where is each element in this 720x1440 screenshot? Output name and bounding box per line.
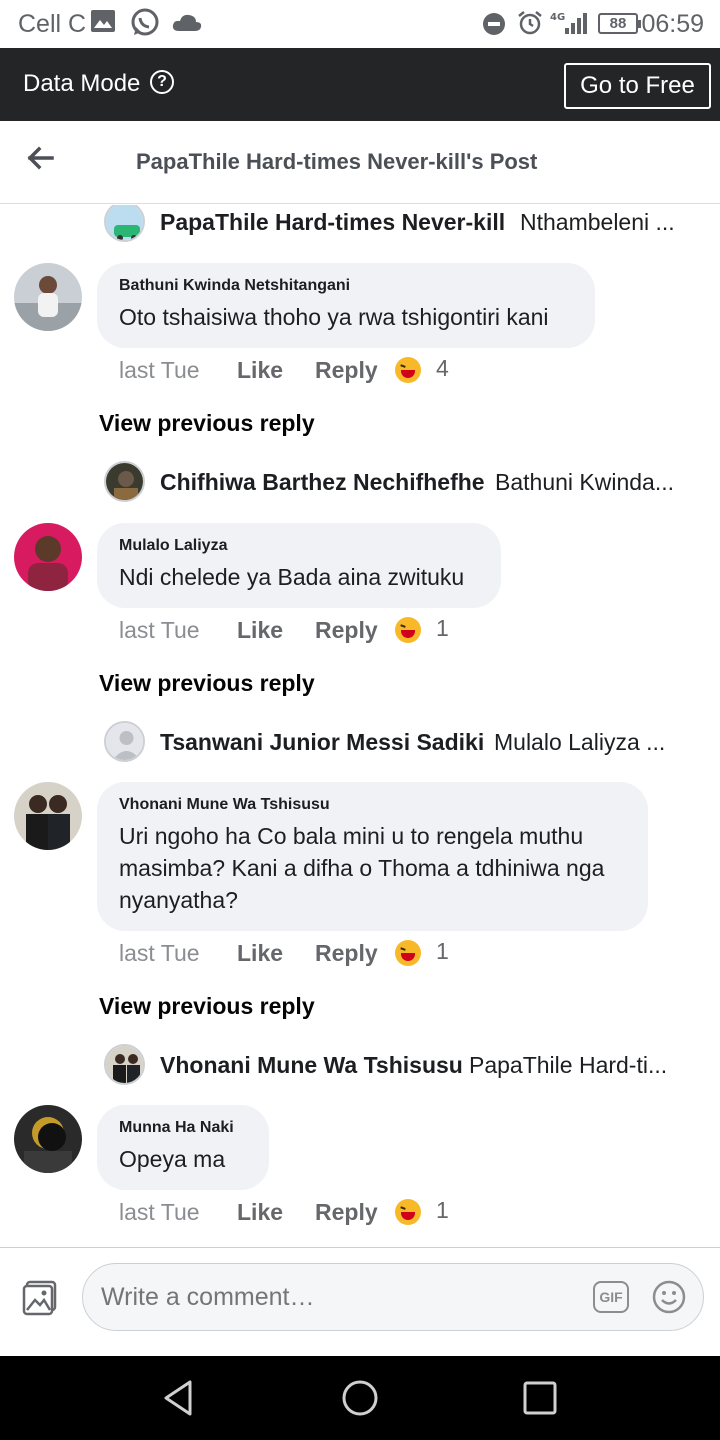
- post-header: PapaThile Hard-times Never-kill's Post: [0, 121, 720, 204]
- photo-icon[interactable]: [22, 1280, 58, 1316]
- alarm-icon: [518, 11, 542, 35]
- haha-icon[interactable]: [395, 357, 421, 383]
- comment-bubble: Bathuni Kwinda Netshitangani Oto tshaisi…: [97, 263, 595, 348]
- comment-author[interactable]: Vhonani Mune Wa Tshisusu: [119, 796, 626, 814]
- view-previous-reply-link[interactable]: View previous reply: [99, 670, 315, 697]
- signal-4g-icon: 4G: [550, 12, 587, 34]
- gif-icon[interactable]: GIF: [593, 1281, 629, 1313]
- battery-indicator: 88: [598, 13, 641, 34]
- status-bar: Cell C 4G 88 06:59: [0, 0, 720, 48]
- reply-button[interactable]: Reply: [315, 940, 378, 967]
- data-mode-bar: Data Mode ? Go to Free: [0, 48, 720, 121]
- reply-preview[interactable]: Tsanwani Junior Messi Sadiki Mulalo Lali…: [104, 721, 704, 763]
- carrier-name: Cell C: [18, 10, 87, 38]
- like-button[interactable]: Like: [237, 357, 283, 384]
- haha-icon[interactable]: [395, 617, 421, 643]
- comment-text: Uri ngoho ha Co bala mini u to rengela m…: [119, 823, 605, 913]
- cloud-notification-icon: [172, 14, 202, 31]
- reply-snippet: Nthambeleni ...: [520, 209, 675, 235]
- home-circle-icon[interactable]: [340, 1378, 380, 1418]
- comment-time[interactable]: last Tue: [119, 940, 200, 967]
- comment-author[interactable]: Munna Ha Naki: [119, 1119, 247, 1137]
- comment-bubble: Vhonani Mune Wa Tshisusu Uri ngoho ha Co…: [97, 782, 648, 931]
- reaction-count[interactable]: 1: [436, 938, 449, 965]
- like-button[interactable]: Like: [237, 617, 283, 644]
- gallery-notification-icon: [91, 10, 115, 32]
- avatar[interactable]: [14, 523, 82, 591]
- avatar: [104, 1044, 145, 1085]
- page-title: PapaThile Hard-times Never-kill's Post: [136, 149, 538, 174]
- go-to-free-button[interactable]: Go to Free: [564, 63, 711, 109]
- back-triangle-icon[interactable]: [160, 1378, 200, 1418]
- reply-author[interactable]: PapaThile Hard-times Never-kill: [160, 209, 505, 236]
- smile-icon[interactable]: [652, 1280, 686, 1314]
- haha-icon[interactable]: [395, 1199, 421, 1225]
- like-button[interactable]: Like: [237, 1199, 283, 1226]
- reaction-count[interactable]: 1: [436, 1197, 449, 1224]
- comment-text: Oto tshaisiwa thoho ya rwa tshigontiri k…: [119, 304, 549, 330]
- reply-author[interactable]: Chifhiwa Barthez Nechifhefhe: [160, 469, 485, 496]
- view-previous-reply-link[interactable]: View previous reply: [99, 993, 315, 1020]
- recents-square-icon[interactable]: [520, 1378, 560, 1418]
- comment-author[interactable]: Mulalo Laliyza: [119, 537, 479, 555]
- reply-snippet: Bathuni Kwinda...: [495, 469, 675, 495]
- do-not-disturb-icon: [483, 13, 505, 35]
- reply-preview[interactable]: PapaThile Hard-times Never-kill Nthambel…: [104, 205, 704, 243]
- comment-text: Opeya ma: [119, 1146, 226, 1172]
- system-nav-bar: [0, 1356, 720, 1440]
- reply-button[interactable]: Reply: [315, 1199, 378, 1226]
- reply-snippet: Mulalo Laliyza ...: [494, 729, 666, 755]
- comment-bubble: Mulalo Laliyza Ndi chelede ya Bada aina …: [97, 523, 501, 608]
- whatsapp-notification-icon: [131, 8, 159, 36]
- help-icon[interactable]: ?: [150, 70, 174, 94]
- comment-bubble: Munna Ha Naki Opeya ma: [97, 1105, 269, 1190]
- comment-time[interactable]: last Tue: [119, 617, 200, 644]
- reply-preview[interactable]: Chifhiwa Barthez Nechifhefhe Bathuni Kwi…: [104, 461, 704, 503]
- clock: 06:59: [641, 10, 704, 38]
- comment-composer: GIF: [0, 1247, 720, 1356]
- view-previous-reply-link[interactable]: View previous reply: [99, 410, 315, 437]
- avatar[interactable]: [14, 1105, 82, 1173]
- reply-author[interactable]: Vhonani Mune Wa Tshisusu: [160, 1052, 463, 1079]
- comment-time[interactable]: last Tue: [119, 1199, 200, 1226]
- reaction-count[interactable]: 1: [436, 615, 449, 642]
- avatar: [104, 721, 145, 762]
- reply-button[interactable]: Reply: [315, 357, 378, 384]
- comment-author[interactable]: Bathuni Kwinda Netshitangani: [119, 277, 573, 295]
- avatar: [104, 205, 145, 242]
- reply-preview[interactable]: Vhonani Mune Wa Tshisusu PapaThile Hard-…: [104, 1044, 704, 1086]
- comment-text: Ndi chelede ya Bada aina zwituku: [119, 564, 465, 590]
- reply-author[interactable]: Tsanwani Junior Messi Sadiki: [160, 729, 484, 756]
- haha-icon[interactable]: [395, 940, 421, 966]
- avatar[interactable]: [14, 263, 82, 331]
- comment-time[interactable]: last Tue: [119, 357, 200, 384]
- comment-feed[interactable]: PapaThile Hard-times Never-kill Nthambel…: [0, 205, 720, 1247]
- arrow-left-icon[interactable]: [26, 143, 56, 173]
- avatar: [104, 461, 145, 502]
- avatar[interactable]: [14, 782, 82, 850]
- data-mode-label: Data Mode: [23, 70, 141, 97]
- like-button[interactable]: Like: [237, 940, 283, 967]
- reply-button[interactable]: Reply: [315, 617, 378, 644]
- reply-snippet: PapaThile Hard-ti...: [469, 1052, 668, 1078]
- reaction-count[interactable]: 4: [436, 355, 449, 382]
- network-type: 4G: [550, 12, 565, 23]
